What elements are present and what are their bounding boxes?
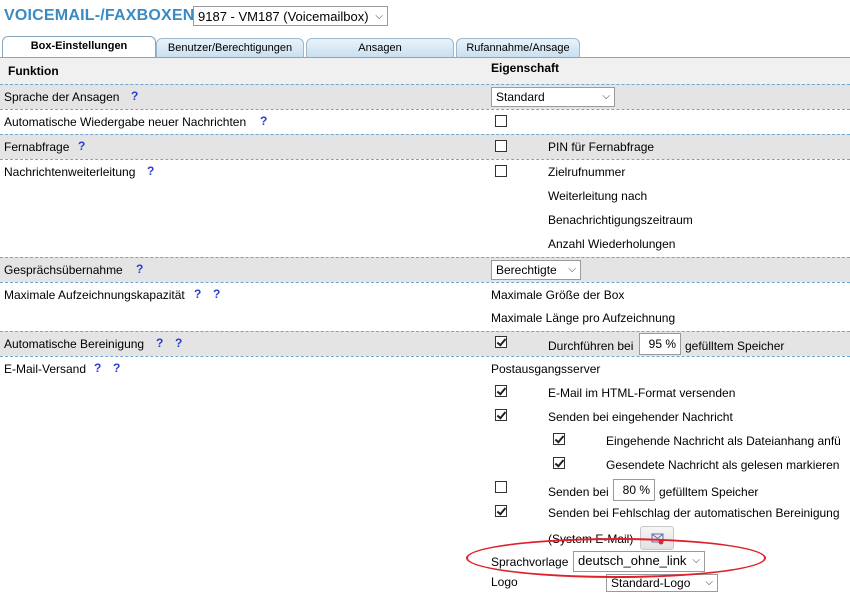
storage-pre-label: Senden bei — [548, 485, 609, 499]
column-header-function: Funktion — [8, 64, 59, 78]
storage-percent-input[interactable]: 80 % — [613, 479, 655, 501]
row-label-uebernahme: Gesprächsübernahme — [4, 263, 123, 277]
weiterleitung-checkbox[interactable] — [495, 165, 507, 177]
table-header: Funktion Eigenschaft — [0, 58, 850, 84]
storage-post-label: gefülltem Speicher — [659, 485, 759, 499]
column-header-property: Eigenschaft — [491, 61, 560, 75]
help-icon[interactable]: ? — [113, 361, 120, 375]
edit-mail-icon — [651, 533, 664, 545]
attachment-label: Eingehende Nachricht als Dateianhang anf… — [606, 434, 841, 448]
help-icon[interactable]: ? — [131, 89, 138, 103]
table-row: Maximale Aufzeichnungskapazität ? ? Maxi… — [0, 282, 850, 331]
system-email-label: (System E-Mail) — [548, 532, 634, 546]
bereinigung-percent-input[interactable]: 95 % — [639, 333, 681, 355]
logo-select-value: Standard-Logo — [611, 576, 691, 590]
row-label-email: E-Mail-Versand — [4, 362, 87, 376]
pin-label: PIN für Fernabfrage — [548, 140, 655, 154]
help-icon[interactable]: ? — [94, 361, 101, 375]
weiterleitung-nach-label: Weiterleitung nach — [548, 189, 648, 203]
tab-box-einstellungen[interactable]: Box-Einstellungen — [2, 36, 156, 58]
cleanup-fail-checkbox[interactable] — [495, 505, 507, 517]
mark-read-checkbox[interactable] — [553, 457, 565, 469]
chevron-down-icon: ⌵ — [692, 555, 700, 566]
incoming-label: Senden bei eingehender Nachricht — [548, 410, 733, 424]
table-row: Nachrichtenweiterleitung ? Zielrufnummer… — [0, 159, 850, 257]
incoming-checkbox[interactable] — [495, 409, 507, 421]
postausgangsserver-label: Postausgangsserver — [491, 362, 601, 376]
row-label-sprache: Sprache der Ansagen — [4, 90, 120, 104]
template-select-value: deutsch_ohne_link — [578, 553, 687, 568]
storage-checkbox[interactable] — [495, 481, 507, 493]
help-icon[interactable]: ? — [136, 262, 143, 276]
page-title: VOICEMAIL-/FAXBOXEN — [4, 7, 195, 24]
table-row: Sprache der Ansagen ? Standard ⌵ — [0, 84, 850, 109]
row-label-fernabfrage: Fernabfrage — [4, 140, 70, 154]
tab-rufannahme-ansage[interactable]: Rufannahme/Ansage — [456, 38, 580, 57]
help-icon[interactable]: ? — [147, 164, 154, 178]
row-label-kapazitaet: Maximale Aufzeichnungskapazität — [4, 288, 185, 302]
box-select[interactable]: 9187 - VM187 (Voicemailbox) ⌵ — [193, 6, 388, 26]
max-recording-label: Maximale Länge pro Aufzeichnung — [491, 311, 676, 325]
html-format-label: E-Mail im HTML-Format versenden — [548, 386, 736, 400]
tab-ansagen[interactable]: Ansagen — [306, 38, 454, 57]
sprache-select-value: Standard — [496, 90, 545, 104]
table-row: E-Mail-Versand ? ? Postausgangsserver E-… — [0, 356, 850, 596]
template-label: Sprachvorlage — [491, 555, 569, 569]
wiedergabe-checkbox[interactable] — [495, 115, 507, 127]
edit-email-button[interactable] — [640, 526, 674, 550]
help-icon[interactable]: ? — [194, 287, 201, 301]
bereinigung-pre-label: Durchführen bei — [548, 339, 634, 353]
fernabfrage-checkbox[interactable] — [495, 140, 507, 152]
chevron-down-icon: ⌵ — [705, 577, 713, 588]
table-row: Automatische Wiedergabe neuer Nachrichte… — [0, 109, 850, 134]
row-label-wiedergabe: Automatische Wiedergabe neuer Nachrichte… — [4, 115, 247, 129]
uebernahme-select[interactable]: Berechtigte ⌵ — [491, 260, 581, 280]
help-icon[interactable]: ? — [175, 336, 182, 350]
attachment-checkbox[interactable] — [553, 433, 565, 445]
help-icon[interactable]: ? — [78, 139, 85, 153]
logo-label: Logo — [491, 575, 518, 589]
row-label-bereinigung: Automatische Bereinigung — [4, 337, 145, 351]
box-select-value: 9187 - VM187 (Voicemailbox) — [198, 9, 369, 24]
benachrichtigungszeitraum-label: Benachrichtigungszeitraum — [548, 213, 693, 227]
table-row: Gesprächsübernahme ? Berechtigte ⌵ — [0, 257, 850, 282]
chevron-down-icon: ⌵ — [602, 91, 610, 102]
logo-select[interactable]: Standard-Logo ⌵ — [606, 574, 718, 592]
tab-benutzer-berechtigungen[interactable]: Benutzer/Berechtigungen — [156, 38, 304, 57]
zielrufnummer-label: Zielrufnummer — [548, 165, 626, 179]
help-icon[interactable]: ? — [156, 336, 163, 350]
mark-read-label: Gesendete Nachricht als gelesen markiere… — [606, 458, 840, 472]
sprache-select[interactable]: Standard ⌵ — [491, 87, 615, 107]
chevron-down-icon: ⌵ — [375, 11, 383, 22]
help-icon[interactable]: ? — [260, 114, 267, 128]
anzahl-wiederholungen-label: Anzahl Wiederholungen — [548, 237, 676, 251]
bereinigung-post-label: gefülltem Speicher — [685, 339, 785, 353]
template-select[interactable]: deutsch_ohne_link ⌵ — [573, 551, 705, 572]
row-label-weiterleitung: Nachrichtenweiterleitung — [4, 165, 136, 179]
cleanup-fail-label: Senden bei Fehlschlag der automatischen … — [548, 506, 840, 520]
table-row: Fernabfrage ? PIN für Fernabfrage — [0, 134, 850, 159]
table-row: Automatische Bereinigung ? ? Durchführen… — [0, 331, 850, 356]
chevron-down-icon: ⌵ — [568, 264, 576, 275]
help-icon[interactable]: ? — [213, 287, 220, 301]
max-box-label: Maximale Größe der Box — [491, 288, 625, 302]
uebernahme-select-value: Berechtigte — [496, 263, 557, 277]
html-format-checkbox[interactable] — [495, 385, 507, 397]
bereinigung-checkbox[interactable] — [495, 336, 507, 348]
